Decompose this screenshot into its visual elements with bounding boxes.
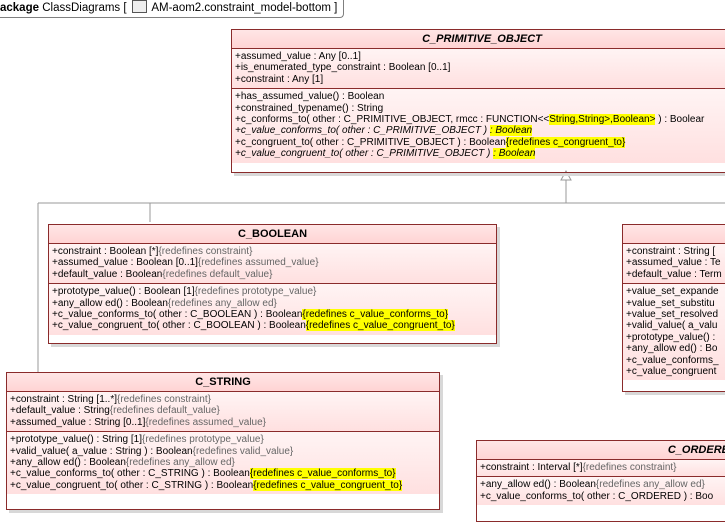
- operations-compartment: +prototype_value() : String [1]{redefine…: [7, 432, 439, 495]
- operation-row: +value_set_expande: [626, 286, 719, 298]
- operation-row: +prototype_value() : String [1]{redefine…: [10, 434, 264, 446]
- attribute-row: +constraint : String [: [626, 246, 716, 257]
- class-c-boolean[interactable]: C_BOOLEAN +constraint : Boolean [*]{rede…: [48, 224, 497, 344]
- operation-row: +c_value_congruent_to( other : C_STRING …: [10, 479, 403, 491]
- highlight: {redefines c_value_conforms_to}: [249, 468, 396, 480]
- attribute-row: +is_enumerated_type_constraint : Boolean…: [235, 62, 451, 74]
- operation-row: +value_set_substitu: [626, 297, 715, 309]
- highlight: : Boolean: [489, 125, 533, 137]
- highlight: {redefines c_value_congruent_to}: [253, 479, 403, 491]
- operation-row: +has_assumed_value() : Boolean: [235, 91, 385, 103]
- attribute-row: +assumed_value : String [0..1]{redefines…: [10, 416, 266, 428]
- operation-row: +c_value_conforms_to( other : C_PRIMITIV…: [235, 125, 533, 137]
- class-title: C_ORDERE: [477, 441, 725, 460]
- attribute-row: +constraint : Interval [*]{redefines con…: [480, 462, 677, 473]
- attributes-compartment: +constraint : Boolean [*]{redefines cons…: [49, 244, 496, 285]
- operation-row: +prototype_value() : Boolean [1]{redefin…: [52, 286, 317, 298]
- operation-row: +constrained_typename() : String: [235, 102, 384, 114]
- attribute-row: +assumed_value : Any [0..1]: [235, 51, 361, 62]
- attribute-row: +default_value : Term: [626, 268, 722, 280]
- operation-row: +c_congruent_to( other : C_PRIMITIVE_OBJ…: [235, 136, 626, 148]
- class-c-primitive-object[interactable]: C_PRIMITIVE_OBJECT +assumed_value : Any …: [231, 29, 725, 173]
- class-title: [623, 225, 725, 244]
- attribute-row: +constraint : String [1..*]{redefines co…: [10, 394, 211, 405]
- attributes-compartment: +assumed_value : Any [0..1] +is_enumerat…: [232, 49, 725, 90]
- operation-row: +c_value_conforms_to( other : C_BOOLEAN …: [52, 308, 449, 320]
- attributes-compartment: +constraint : String [1..*]{redefines co…: [7, 392, 439, 433]
- operation-row: +c_value_congruent_to( other : C_BOOLEAN…: [52, 320, 455, 332]
- operation-row: +c_value_congruent_to( other : C_PRIMITI…: [235, 148, 536, 160]
- operations-compartment: +prototype_value() : Boolean [1]{redefin…: [49, 284, 496, 335]
- highlight: {redefines c_value_congruent_to}: [305, 320, 455, 332]
- operation-row: +any_allow ed() : Boolean{redefines any_…: [10, 456, 235, 468]
- operation-row: +any_allow ed() : Boolean{redefines any_…: [480, 479, 705, 491]
- attribute-row: +assumed_value : Te: [626, 257, 721, 269]
- operation-row: +prototype_value() :: [626, 331, 716, 343]
- highlight: : Boolean: [493, 148, 536, 160]
- operation-row: +c_value_conforms_to( other : C_STRING )…: [10, 468, 396, 480]
- highlight: String,String>,Boolean>: [549, 113, 656, 125]
- class-c-terminology-partial[interactable]: +constraint : String [ +assumed_value : …: [622, 224, 725, 392]
- attribute-row: +assumed_value : Boolean [0..1]{redefine…: [52, 257, 319, 269]
- class-c-string[interactable]: C_STRING +constraint : String [1..*]{red…: [6, 372, 440, 510]
- operation-row: +any_allow ed() : Boolean{redefines any_…: [52, 297, 277, 309]
- attributes-compartment: +constraint : String [ +assumed_value : …: [623, 244, 725, 285]
- operations-compartment: +any_allow ed() : Boolean{redefines any_…: [477, 477, 725, 506]
- operation-row: +value_set_resolved: [626, 308, 719, 320]
- attributes-compartment: +constraint : Interval [*]{redefines con…: [477, 460, 725, 478]
- attribute-row: +default_value : String{redefines defaul…: [10, 405, 220, 417]
- operation-row: +c_value_congruent: [626, 365, 717, 377]
- operations-compartment: +has_assumed_value() : Boolean +constrai…: [232, 89, 725, 163]
- operation-row: +valid_value( a_valu: [626, 320, 718, 332]
- operation-row: +c_value_conforms_: [626, 354, 719, 366]
- highlight: {redefines c_value_conforms_to}: [302, 308, 449, 320]
- operation-row: +c_value_conforms_to( other : C_ORDERED …: [480, 490, 714, 502]
- class-title: C_BOOLEAN: [49, 225, 496, 244]
- operations-compartment: +value_set_expande +value_set_substitu +…: [623, 284, 725, 381]
- highlight: {redefines c_congruent_to}: [505, 136, 626, 148]
- class-title: C_STRING: [7, 373, 439, 392]
- attribute-row: +default_value : Boolean{redefines defau…: [52, 268, 273, 280]
- class-title: C_PRIMITIVE_OBJECT: [232, 30, 725, 49]
- operation-row: +valid_value( a_value : String ) : Boole…: [10, 445, 294, 457]
- attribute-row: +constraint : Any [1]: [235, 73, 324, 85]
- operation-row: +c_conforms_to( other : C_PRIMITIVE_OBJE…: [235, 113, 705, 125]
- class-c-ordered-partial[interactable]: C_ORDERE +constraint : Interval [*]{rede…: [476, 440, 725, 522]
- attribute-row: +constraint : Boolean [*]{redefines cons…: [52, 246, 253, 257]
- operation-row: +any_allow ed() : Bo: [626, 343, 718, 355]
